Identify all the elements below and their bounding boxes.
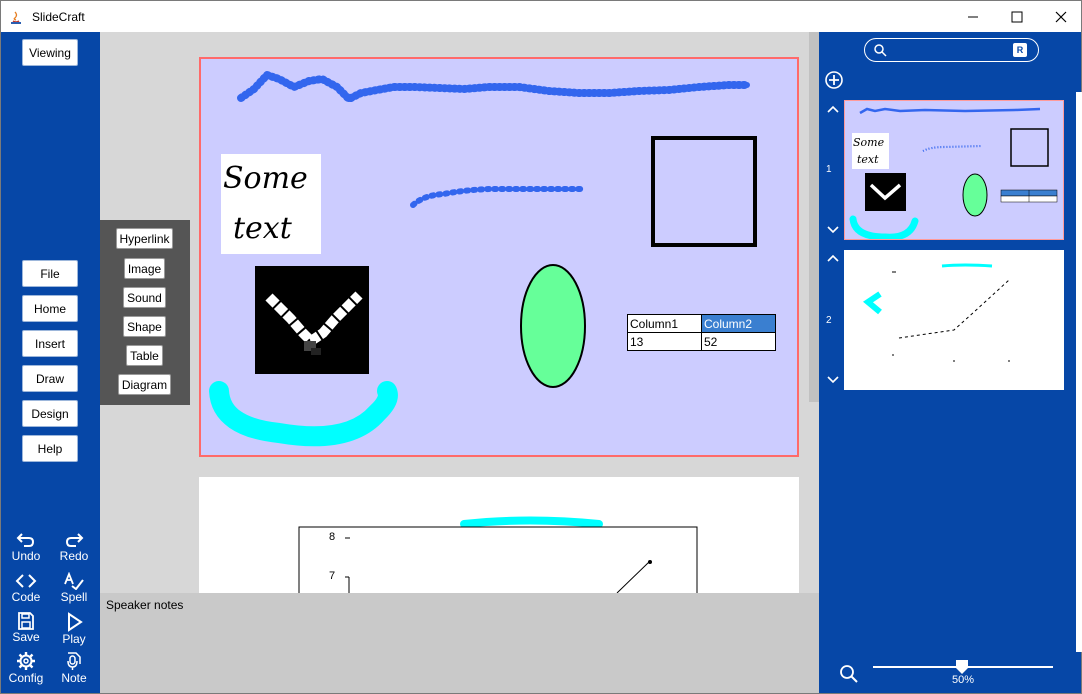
spell-label: Spell — [60, 590, 88, 604]
play-button[interactable]: Play — [54, 612, 94, 646]
gear-icon — [17, 652, 35, 670]
config-label: Config — [8, 671, 44, 685]
maximize-icon — [1011, 11, 1023, 22]
insert-image-button[interactable]: Image — [124, 258, 165, 279]
chart-tick-label: 8 — [329, 531, 336, 543]
slide-1-drawing — [209, 71, 757, 447]
insert-table-button[interactable]: Table — [126, 345, 163, 366]
redo-icon — [65, 533, 84, 547]
chevron-up-icon[interactable] — [826, 104, 840, 114]
undo-label: Undo — [11, 549, 41, 563]
note-button[interactable]: Note — [54, 651, 94, 685]
search-field[interactable]: R — [864, 38, 1039, 62]
thumbnail-number: 2 — [826, 315, 832, 326]
insert-hyperlink-button[interactable]: Hyperlink — [116, 228, 173, 249]
redo-button[interactable]: Redo — [54, 531, 94, 563]
redo-label: Redo — [59, 549, 89, 563]
maximize-button[interactable] — [995, 1, 1039, 32]
zoom-slider-thumb[interactable] — [956, 660, 968, 674]
insert-sound-button[interactable]: Sound — [123, 287, 166, 308]
thumbnail-text-line: Some — [853, 136, 885, 149]
insert-popup-menu: Hyperlink Image Sound Shape Table Diagra… — [100, 220, 190, 405]
insert-shape-button[interactable]: Shape — [123, 316, 166, 337]
menu-design-button[interactable]: Design — [22, 400, 78, 427]
add-slide-icon[interactable] — [824, 70, 844, 90]
slide-table[interactable]: Column1 Column2 13 52 — [627, 314, 776, 351]
save-button[interactable]: Save — [6, 612, 46, 644]
close-icon — [1055, 11, 1067, 22]
menu-file-button[interactable]: File — [22, 260, 78, 287]
left-navigation: Viewing File Home Insert Draw Design Hel… — [1, 32, 100, 693]
chevron-image — [255, 266, 369, 374]
thumbnail-1-preview — [849, 107, 1058, 239]
minimize-button[interactable] — [951, 1, 995, 32]
undo-button[interactable]: Undo — [6, 531, 46, 563]
panel-scrollbar[interactable] — [1076, 92, 1082, 652]
play-label: Play — [62, 632, 86, 646]
microphone-note-icon — [67, 652, 81, 670]
thumbnail-text-line: text — [857, 153, 879, 166]
zoom-icon — [840, 665, 858, 683]
table-cell[interactable]: 52 — [701, 332, 776, 351]
save-icon — [18, 612, 34, 630]
search-icon — [874, 44, 887, 57]
freehand-stroke-mid — [410, 186, 587, 208]
slide-2-canvas[interactable]: 8 7 — [199, 477, 799, 593]
code-button[interactable]: Code — [6, 572, 46, 604]
menu-home-button[interactable]: Home — [22, 295, 78, 322]
text-box-line-1: Some — [223, 161, 308, 196]
square-shape — [651, 136, 757, 247]
title-bar: SlideCraft — [1, 1, 1081, 32]
speaker-notes-label: Speaker notes — [106, 598, 184, 612]
chevron-up-icon[interactable] — [826, 253, 840, 263]
text-box-line-2: text — [233, 211, 292, 246]
code-icon — [15, 574, 37, 588]
app-window: SlideCraft Viewing File Home Insert Draw… — [0, 0, 1082, 694]
code-label: Code — [11, 590, 41, 604]
menu-help-button[interactable]: Help — [22, 435, 78, 462]
java-app-icon — [11, 11, 21, 24]
ellipse-shape — [520, 264, 586, 388]
chevron-down-icon[interactable] — [826, 225, 840, 235]
slide-1-canvas[interactable]: Some text Column1 Column2 13 52 — [199, 57, 799, 457]
config-button[interactable]: Config — [6, 651, 46, 685]
table-header-cell[interactable]: Column2 — [701, 314, 776, 333]
editor-vertical-scrollbar[interactable] — [809, 32, 819, 402]
table-header-cell[interactable]: Column1 — [627, 314, 702, 333]
play-icon — [68, 612, 83, 632]
note-label: Note — [61, 671, 87, 685]
close-button[interactable] — [1039, 1, 1082, 32]
menu-insert-button[interactable]: Insert — [22, 330, 78, 357]
thumbnail-text-box: Some text — [853, 134, 884, 168]
chart-tick-label: 7 — [329, 570, 336, 582]
menu-draw-button[interactable]: Draw — [22, 365, 78, 392]
text-box[interactable]: Some text — [221, 154, 321, 254]
search-badge[interactable]: R — [1013, 43, 1027, 57]
speaker-notes-panel[interactable]: Speaker notes — [100, 593, 820, 693]
thumbnail-2-preview — [862, 263, 1010, 362]
spell-button[interactable]: Spell — [54, 572, 94, 604]
slide-thumbnail-panel: R 1 Some text 2 50% — [819, 32, 1082, 693]
save-label: Save — [12, 630, 40, 644]
viewing-mode-button[interactable]: Viewing — [22, 39, 78, 66]
spellcheck-icon — [64, 572, 84, 590]
zoom-level-label: 50% — [952, 674, 975, 686]
window-title: SlideCraft — [32, 10, 85, 24]
slide-thumbnail-1[interactable]: Some text — [844, 100, 1064, 240]
table-cell[interactable]: 13 — [627, 332, 702, 351]
minimize-icon — [968, 16, 978, 17]
undo-icon — [16, 533, 35, 547]
chevron-down-icon[interactable] — [826, 375, 840, 385]
cyan-curve-shape — [209, 381, 398, 447]
slide-2-drawing — [298, 516, 698, 593]
thumbnail-number: 1 — [826, 164, 832, 175]
slide-thumbnail-2[interactable] — [844, 250, 1064, 390]
insert-diagram-button[interactable]: Diagram — [118, 374, 171, 395]
